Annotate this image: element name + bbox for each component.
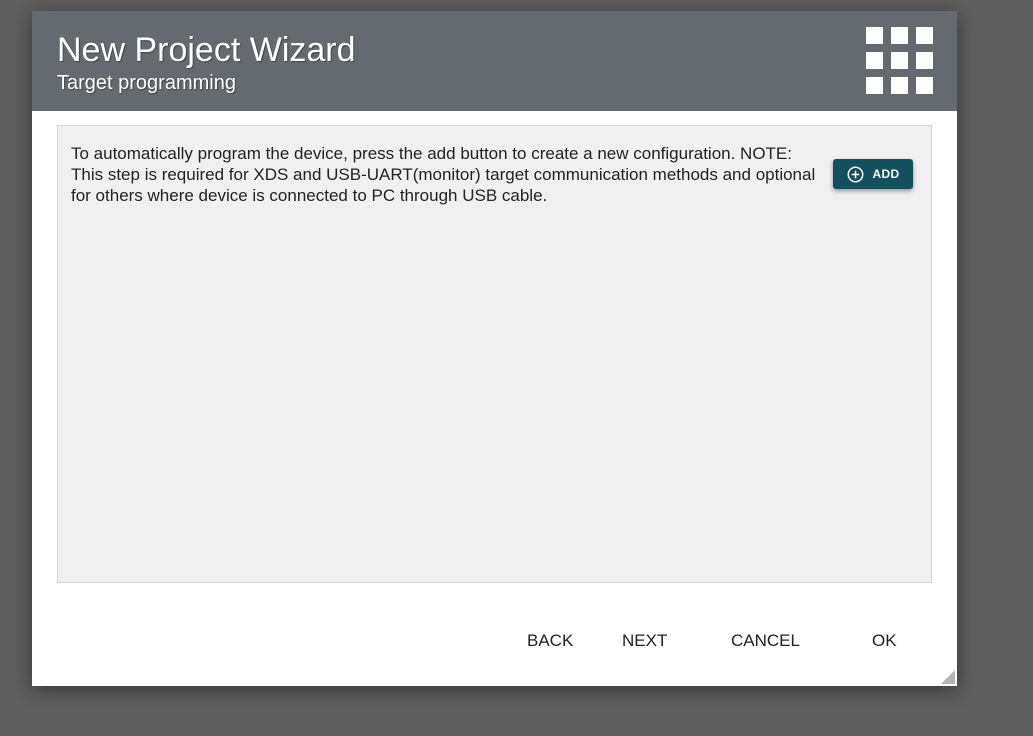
instruction-text: To automatically program the device, pre… <box>71 144 816 205</box>
dialog-subtitle: Target programming <box>57 72 236 94</box>
target-programming-panel: To automatically program the device, pre… <box>57 125 932 583</box>
grid-cell <box>916 52 933 69</box>
grid-icon <box>866 27 934 95</box>
back-button[interactable]: BACK <box>527 630 573 652</box>
grid-cell <box>866 27 883 44</box>
ok-button[interactable]: OK <box>872 630 897 652</box>
grid-cell <box>891 77 908 94</box>
dialog-header: New Project Wizard Target programming <box>32 11 957 111</box>
cancel-button[interactable]: CANCEL <box>731 630 800 652</box>
grid-cell <box>866 52 883 69</box>
grid-cell <box>891 52 908 69</box>
add-button-label: ADD <box>872 167 900 181</box>
grid-cell <box>916 77 933 94</box>
grid-cell <box>866 77 883 94</box>
plus-circle-icon <box>847 166 864 182</box>
grid-cell <box>891 27 908 44</box>
add-configuration-button[interactable]: ADD <box>833 159 913 189</box>
next-button[interactable]: NEXT <box>622 630 667 652</box>
new-project-wizard-dialog: New Project Wizard Target programming To… <box>32 11 957 686</box>
dialog-title: New Project Wizard <box>57 31 356 69</box>
resize-grip-icon[interactable] <box>941 670 955 684</box>
grid-cell <box>916 27 933 44</box>
